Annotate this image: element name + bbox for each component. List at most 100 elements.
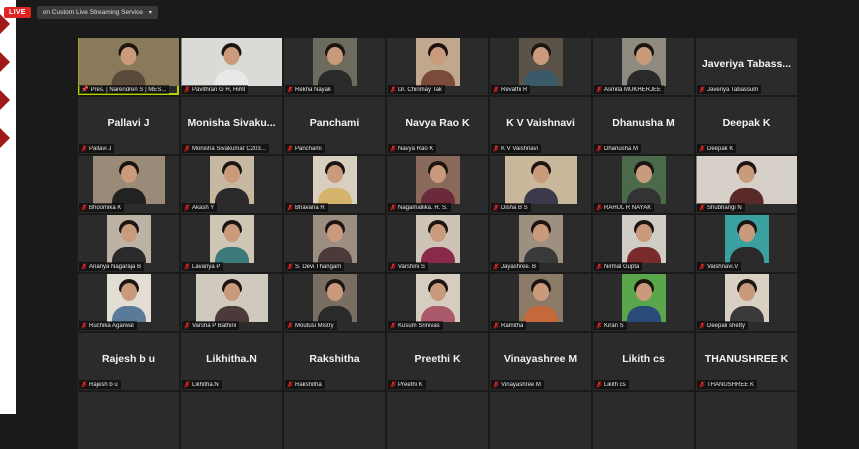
participant-tile[interactable]: Panchami Panchami [284,97,385,154]
participant-tile[interactable]: Ananya Nagaraja B [78,215,179,272]
participant-display-name: Javeriya Tabass... [701,58,792,70]
participant-tile[interactable]: S. Devi Thangam [284,215,385,272]
participant-name: Kusum Srinivas [398,322,440,329]
participant-name-label: Ananya Nagaraja B [79,262,145,271]
participant-name: Shubhangi N [707,204,742,211]
stream-service-label: on Custom Live Streaming Service [42,8,143,16]
participant-name-label: Shubhangi N [697,203,745,212]
participant-video [518,38,563,86]
participant-tile[interactable]: Pavithran G H, Himt [181,38,282,95]
participant-name: Panchami [295,145,322,152]
participant-tile[interactable]: Lavanya P [181,215,282,272]
participant-name-label: Javeriya Tabassum [697,85,762,94]
participant-name: Vaishnavi.V [707,263,739,270]
participant-name: Varshini S [398,263,425,270]
participant-tile-partial [696,392,797,449]
participant-tile[interactable]: Revathi R [490,38,591,95]
participant-tile-partial [387,392,488,449]
participant-tile[interactable]: Moutusi Mistry [284,274,385,331]
participant-tile[interactable]: Kiran S [593,274,694,331]
participant-tile[interactable]: 📌 Pres. | Narendren S | MES... [78,38,179,95]
participant-tile[interactable]: Varsha P Bathini [181,274,282,331]
participant-tile[interactable]: Bhoomika K [78,156,179,213]
stream-service-dropdown[interactable]: on Custom Live Streaming Service ▾ [36,5,158,19]
participant-video [312,38,357,86]
participant-tile[interactable]: Javeriya Tabass... Javeriya Tabassum [696,38,797,95]
mic-muted-icon [596,322,602,329]
participant-name: Rakshitha [295,381,322,388]
participant-tile[interactable]: Likith cs Likith cs [593,333,694,390]
participant-name: Revathi R [501,86,528,93]
participant-video [106,274,151,322]
participant-tile-partial [284,392,385,449]
participant-tile[interactable]: Deepak K Deepak K [696,97,797,154]
participant-name-label: Panchami [285,144,325,153]
participant-tile[interactable]: RAHUL R NAYAK [593,156,694,213]
participant-tile[interactable]: THANUSHREE K THANUSHREE K [696,333,797,390]
participant-video [724,215,769,263]
participant-tile[interactable]: Vinayashree M Vinayashree M [490,333,591,390]
participant-tile[interactable]: Preethi K Preethi K [387,333,488,390]
participant-name-label: Monisha Sivakumar C203... [182,144,269,153]
participant-video [621,156,666,204]
participant-name-label: Ramitha [491,321,527,330]
participant-tile[interactable]: Varshini S [387,215,488,272]
participant-tile[interactable]: Likhitha.N Likhitha.N [181,333,282,390]
participant-name-label: Varsha P Bathini [182,321,240,330]
participant-display-name: Deepak K [722,117,771,129]
participant-tile[interactable]: Asmita MUKHERJEE [593,38,694,95]
participant-display-name: Rajesh b u [101,353,156,365]
participant-tile[interactable]: Jayashree. B [490,215,591,272]
participant-display-name: Vinayashree M [503,353,578,365]
participant-display-name: Preethi K [414,353,461,365]
participant-display-name: K V Vaishnavi [506,117,575,129]
mic-muted-icon [699,381,705,388]
participant-name: Bhavana R [295,204,325,211]
participant-tile[interactable]: Rakshitha Rakshitha [284,333,385,390]
mic-muted-icon [699,145,705,152]
participant-tile[interactable]: Monisha Sivaku... Monisha Sivakumar C203.… [181,97,282,154]
mic-muted-icon [184,204,190,211]
participant-name: Dr. Chinmay Tak [398,86,442,93]
participant-tile[interactable]: Pallavi J Pallavi J [78,97,179,154]
participant-tile[interactable]: Dhanusha M Dhanusha M [593,97,694,154]
participant-tile[interactable]: Vaishnavi.V [696,215,797,272]
mic-muted-icon [81,381,87,388]
participant-tile[interactable]: K V Vaishnavi K V Vaishnavi [490,97,591,154]
participant-name-label: Deepali shetty [697,321,749,330]
participant-name-label: Nagamallika. R. S. [388,203,451,212]
participant-name-label: Kiran S [594,321,627,330]
participant-tile[interactable]: Disha B S [490,156,591,213]
participant-tile[interactable]: Navya Rao K Navya Rao K [387,97,488,154]
participant-name-label: Nirmal Gupta [594,262,643,271]
mic-muted-icon [493,322,499,329]
participant-name-label: Moutusi Mistry [285,321,337,330]
mic-muted-icon [287,381,293,388]
participant-tile[interactable]: Rekha Nayak [284,38,385,95]
participant-tile[interactable]: Bhavana R [284,156,385,213]
participant-tile[interactable]: Ramitha [490,274,591,331]
participant-name-label: Rakshitha [285,380,325,389]
participant-name-label: Pavithran G H, Himt [182,85,249,94]
participant-video [415,274,460,322]
participant-tile[interactable]: Deepali shetty [696,274,797,331]
participant-tile[interactable]: Kusum Srinivas [387,274,488,331]
participant-name: THANUSHREE K [707,381,755,388]
mic-muted-icon [390,204,396,211]
participant-name-label: Vinayashree M [491,380,544,389]
participant-name: Kiran S [604,322,624,329]
participant-tile[interactable]: Nirmal Gupta [593,215,694,272]
participant-name: Moutusi Mistry [295,322,334,329]
mic-muted-icon [287,145,293,152]
participant-video [312,215,357,263]
participant-tile[interactable]: Nagamallika. R. S. [387,156,488,213]
participant-tile[interactable]: Akash Y [181,156,282,213]
participant-name-label: 📌 Pres. | Narendren S | MES... [79,85,170,94]
participant-tile[interactable]: Dr. Chinmay Tak [387,38,488,95]
participant-tile[interactable]: Rajesh b u Rajesh b u [78,333,179,390]
participant-tile[interactable]: Ruchika Agarwal [78,274,179,331]
mic-muted-icon [184,86,190,93]
participant-name: Ananya Nagaraja B [89,263,142,270]
mic-muted-icon [390,322,396,329]
participant-tile[interactable]: Shubhangi N [696,156,797,213]
